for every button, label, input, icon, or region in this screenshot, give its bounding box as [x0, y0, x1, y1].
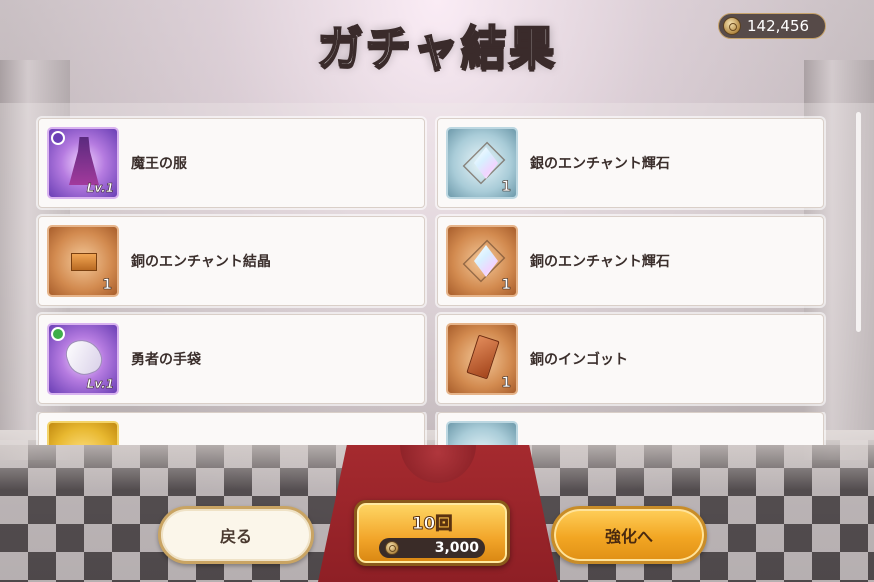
item-name: 勇者の手袋 — [131, 352, 201, 368]
item-level: Lv.1 — [86, 181, 114, 196]
gacha-count-label: 10回 — [411, 514, 453, 535]
back-button[interactable]: 戻る — [158, 506, 314, 564]
bronze-gem-icon: 1 — [446, 225, 518, 297]
equip-type-badge — [51, 131, 65, 145]
item-quantity: 1 — [501, 277, 511, 294]
ingot-icon: 1 — [446, 323, 518, 395]
glove-icon: Lv.1 — [47, 323, 119, 395]
result-item[interactable]: 1 銅のインゴット — [437, 314, 824, 404]
item-name: 銅のエンチャント結晶 — [131, 254, 271, 270]
currency-value: 142,456 — [747, 17, 810, 35]
item-quantity: 1 — [102, 277, 112, 294]
bronze-crystal-icon: 1 — [47, 225, 119, 297]
gacha-again-button[interactable]: 10回 3,000 — [354, 500, 510, 566]
result-item[interactable]: 1 銅のエンチャント輝石 — [437, 216, 824, 306]
item-quantity: 1 — [501, 375, 511, 392]
equip-type-badge — [51, 327, 65, 341]
results-row-clipped — [0, 412, 874, 445]
item-quantity: 1 — [501, 179, 511, 196]
result-item[interactable]: 1 銅のエンチャント結晶 — [38, 216, 425, 306]
list-scrollbar[interactable] — [856, 112, 861, 332]
item-name: 魔王の服 — [131, 156, 187, 172]
currency-display: 142,456 — [718, 13, 826, 39]
gacha-cost: 3,000 — [379, 538, 485, 558]
result-item[interactable]: Lv.1 勇者の手袋 — [38, 314, 425, 404]
item-level: Lv.1 — [86, 377, 114, 392]
item-name: 銀のエンチャント輝石 — [530, 156, 670, 172]
coin-icon — [723, 17, 741, 35]
result-item[interactable] — [38, 412, 425, 445]
item-name: 銅のエンチャント輝石 — [530, 254, 670, 270]
result-item[interactable] — [437, 412, 824, 445]
result-item[interactable]: 1 銀のエンチャント輝石 — [437, 118, 824, 208]
robe-icon: Lv.1 — [47, 127, 119, 199]
result-item[interactable]: Lv.1 魔王の服 — [38, 118, 425, 208]
gacha-cost-value: 3,000 — [434, 540, 479, 556]
silver-item-icon — [446, 421, 518, 445]
silver-gem-icon: 1 — [446, 127, 518, 199]
enhance-button[interactable]: 強化へ — [551, 506, 707, 564]
gold-item-icon — [47, 421, 119, 445]
item-name: 銅のインゴット — [530, 352, 628, 368]
coin-icon — [385, 541, 399, 555]
